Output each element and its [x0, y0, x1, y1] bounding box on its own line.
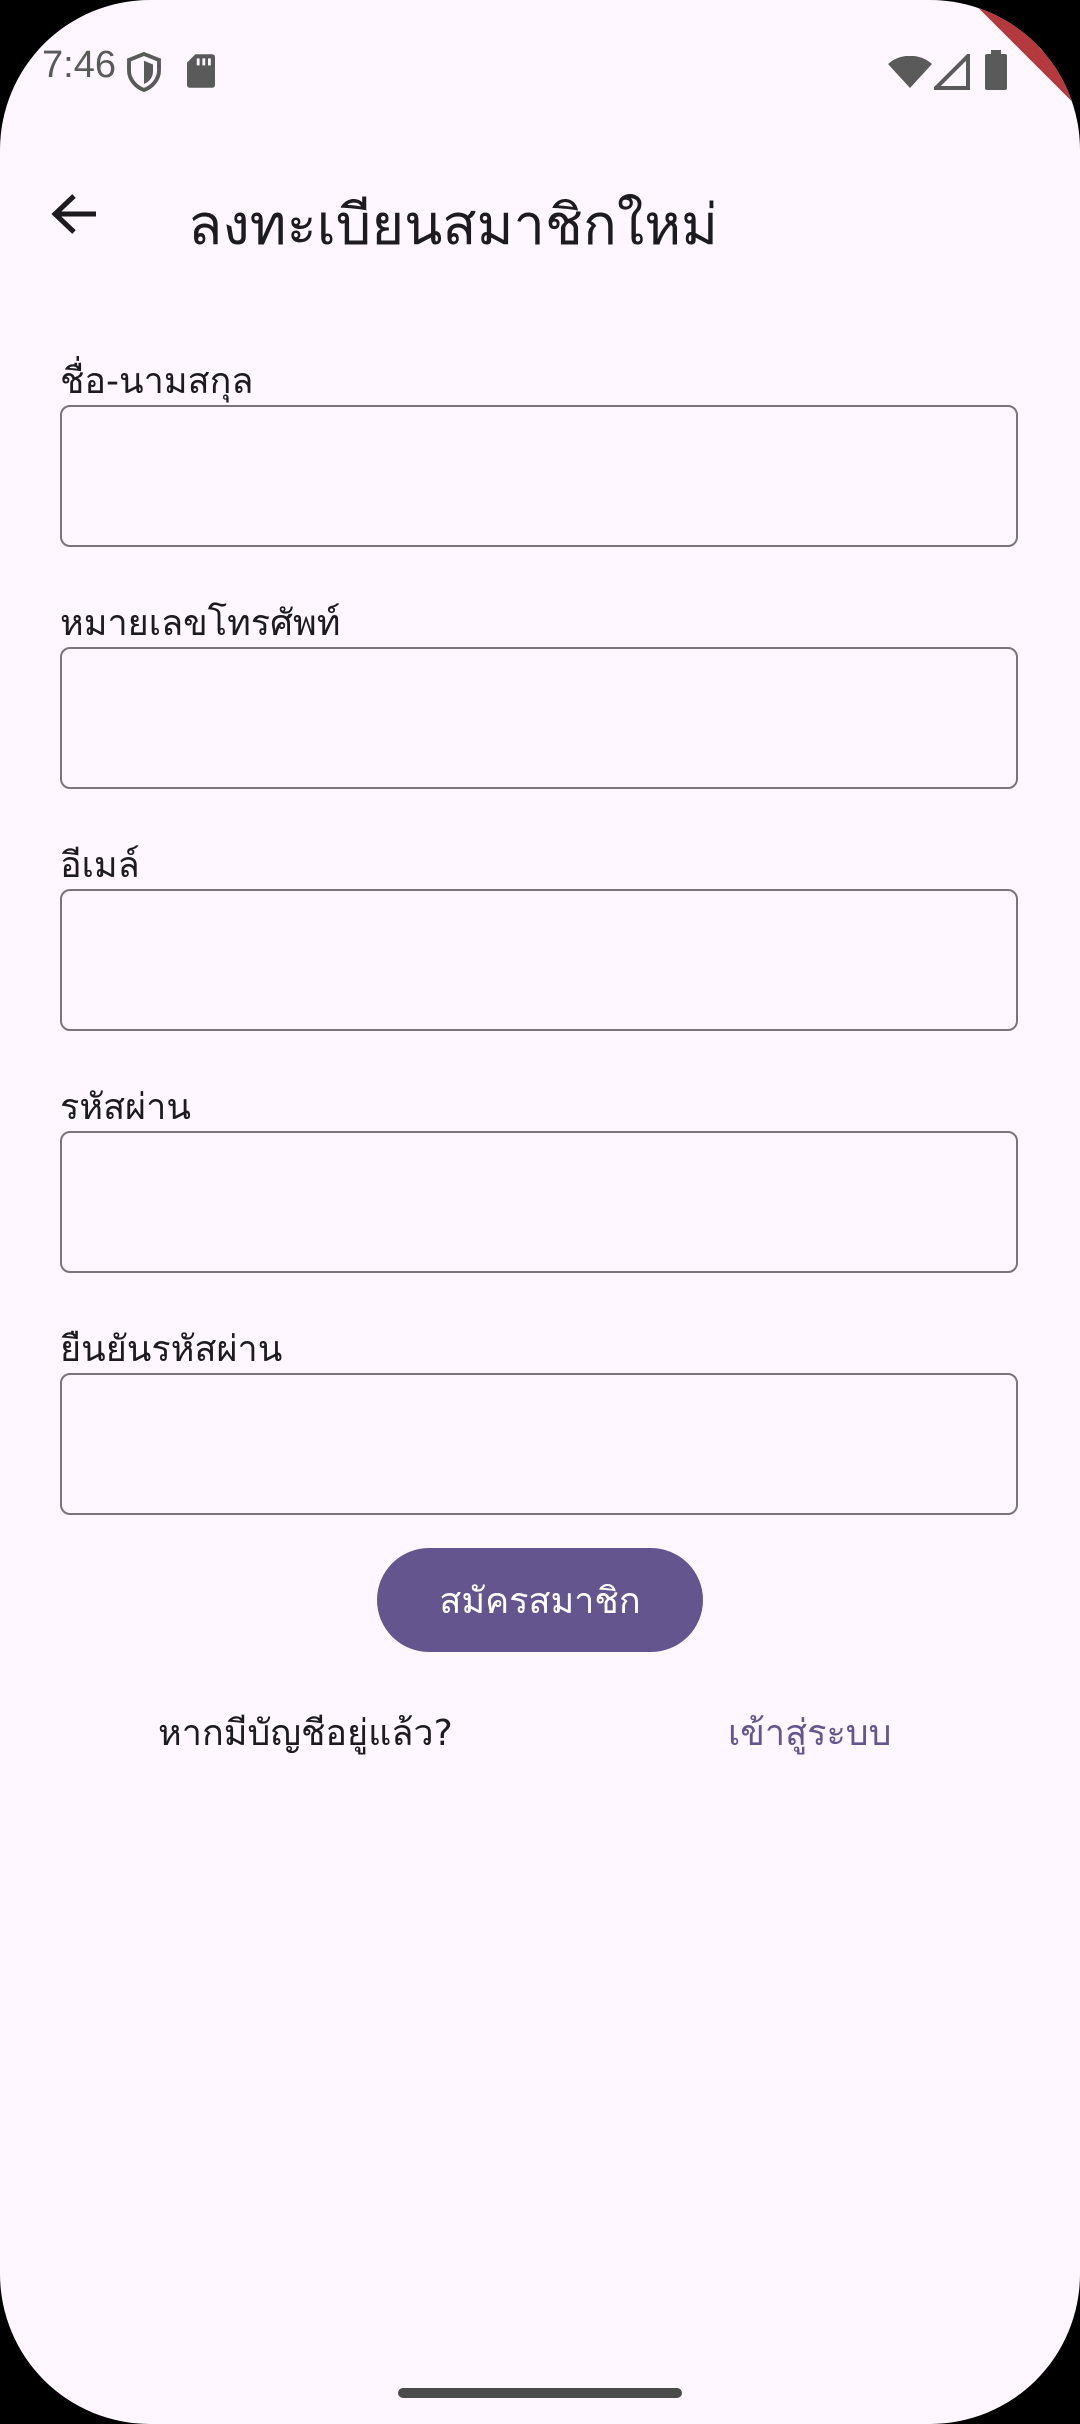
fullname-label: ชื่อ-นามสกุล: [60, 361, 254, 402]
confirm-password-label: ยืนยันรหัสผ่าน: [60, 1329, 283, 1370]
sdcard-icon: [187, 54, 215, 92]
shield-icon: [126, 51, 162, 96]
arrow-back-icon: [51, 194, 96, 234]
status-time: 7:46: [42, 44, 116, 86]
confirm-password-input[interactable]: [60, 1373, 1018, 1515]
back-button[interactable]: [36, 176, 112, 252]
debug-banner-label: DEBUG: [957, 0, 1080, 160]
password-input[interactable]: [60, 1131, 1018, 1273]
status-bar: 7:46: [0, 0, 1080, 140]
email-label: อีเมล์: [60, 845, 140, 886]
phone-label: หมายเลขโทรศัพท์: [60, 603, 341, 644]
password-label: รหัสผ่าน: [60, 1087, 191, 1128]
have-account-text: หากมีบัญชีอยู่แล้ว?: [158, 1713, 453, 1754]
home-indicator[interactable]: [398, 2388, 682, 2398]
phone-input[interactable]: [60, 647, 1018, 789]
register-button[interactable]: สมัครสมาชิก: [377, 1548, 703, 1652]
login-link[interactable]: เข้าสู่ระบบ: [728, 1704, 891, 1761]
debug-banner: DEBUG: [920, 0, 1080, 160]
page-title: ลงทะเบียนสมาชิกใหม่: [188, 193, 719, 258]
email-input[interactable]: [60, 889, 1018, 1031]
fullname-input[interactable]: [60, 405, 1018, 547]
phone-screen: 7:46 DEBUG ลงทะเบียนสมาชิกใหม่ ชื่อ-นามส…: [0, 0, 1080, 2424]
